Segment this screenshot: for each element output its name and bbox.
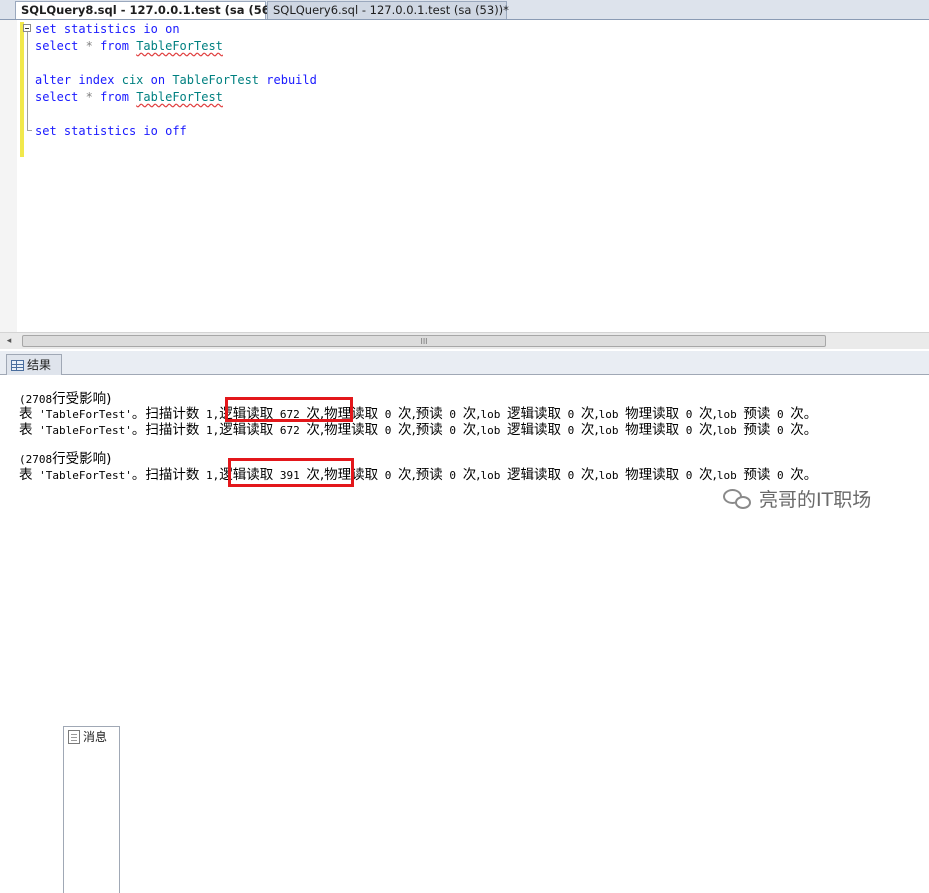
results-tab-bar: 结果 消息 [0,351,929,893]
code-line-1: set statistics io on [35,22,180,36]
tab-messages[interactable]: 消息 [63,726,120,893]
editor-gutter [0,20,17,332]
highlight-box [225,397,353,422]
watermark-text: 亮哥的IT职场 [759,489,872,511]
highlight-box [228,458,354,487]
message-rows-affected: (2708行受影响) [19,451,112,467]
messages-pane [0,375,929,542]
grid-icon [11,360,24,371]
table-name: TableForTest [136,90,223,104]
watermark: 亮哥的IT职场 [723,486,871,514]
document-tab-bar: SQLQuery8.sql - 127.0.0.1.test (sa (56))… [0,0,929,20]
grip-icon: III [420,337,428,346]
code-line-4: alter index cix on TableForTest rebuild [35,73,317,87]
tab-messages-label: 消息 [83,730,108,744]
tab-sqlquery8[interactable]: SQLQuery8.sql - 127.0.0.1.test (sa (56))… [15,1,286,19]
outline-end [27,130,32,131]
tab-results[interactable]: 结果 [6,354,62,375]
message-io-stats: 表 'TableForTest'。扫描计数 1,逻辑读取 391 次,物理读取 … [19,467,818,483]
scroll-left-icon[interactable]: ◂ [3,335,15,347]
query-editor[interactable]: set statistics io on select * from Table… [0,20,929,332]
message-io-stats: 表 'TableForTest'。扫描计数 1,逻辑读取 672 次,物理读取 … [19,422,818,438]
horizontal-scrollbar[interactable]: ◂ III [0,332,929,349]
code-line-2: select * from TableForTest [35,39,223,53]
table-name: TableForTest [136,39,223,53]
code-line-7: set statistics io off [35,124,187,138]
scrollbar-thumb[interactable]: III [22,335,826,347]
message-rows-affected: (2708行受影响) [19,391,112,407]
code-line-5: select * from TableForTest [35,90,223,104]
message-io-stats: 表 'TableForTest'。扫描计数 1,逻辑读取 672 次,物理读取 … [19,406,818,422]
tab-sqlquery6[interactable]: SQLQuery6.sql - 127.0.0.1.test (sa (53))… [267,1,509,19]
tab-results-label: 结果 [27,358,52,372]
wechat-icon [723,487,753,511]
message-icon [68,730,80,744]
change-indicator [20,22,24,157]
collapse-icon[interactable] [23,24,31,32]
outline-line [27,32,28,130]
